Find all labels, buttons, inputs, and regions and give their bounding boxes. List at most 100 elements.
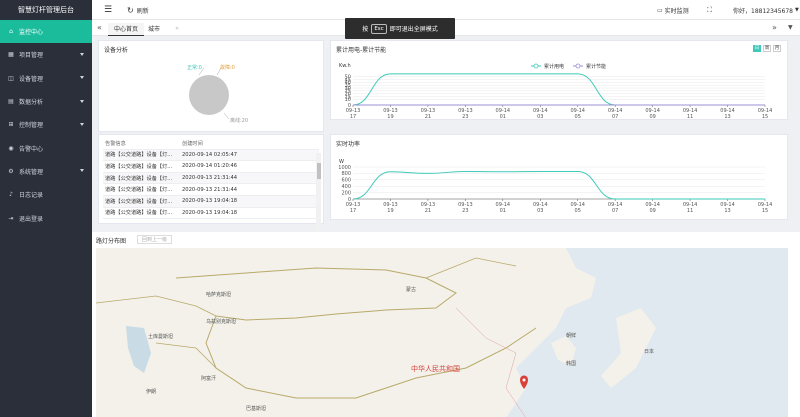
esc-key: Esc (371, 23, 387, 34)
x-tick-label-hour: 15 (762, 114, 768, 120)
refresh-button[interactable]: ↻ 刷新 (127, 0, 149, 20)
x-tick-label-hour: 03 (537, 114, 543, 120)
hint-suffix: 即可退出全屏模式 (389, 26, 438, 33)
sidebar-item-7[interactable]: ♪ 日志记录 (0, 183, 92, 206)
user-menu[interactable]: 你好，18812345678 ▼ (733, 0, 799, 20)
alarm-time-cell: 2020-09-14 02:05:47 (182, 151, 238, 158)
x-tick-label-hour: 19 (387, 208, 393, 214)
power-line-chart: W0200400600800100009-131709-131909-13210… (338, 159, 772, 214)
x-tick-label-hour: 23 (462, 114, 468, 120)
x-tick-label-hour: 23 (462, 208, 468, 214)
control-icon: ⊞ (8, 121, 14, 129)
sidebar-item-label: 数据分析 (19, 99, 44, 107)
chevron-down-icon: ▼ (795, 7, 799, 13)
top-bar: ☰ ↻ 刷新 ▭ 实时监测 ⛶ 你好，18812345678 ▼ (92, 0, 800, 20)
table-row[interactable]: 道路【公交道路】设备【灯... 2020-09-13 21:31:44 (103, 172, 319, 185)
x-tick-label-hour: 05 (575, 114, 581, 120)
sidebar-item-2[interactable]: ◫ 设备管理 (0, 67, 92, 90)
alarm-scrollbar[interactable] (316, 153, 321, 233)
table-row[interactable]: 道路【公交道路】设备【灯... 2020-09-14 02:05:47 (103, 149, 319, 162)
sidebar-item-6[interactable]: ⚙ 系统管理 (0, 160, 92, 183)
alarm-info-cell: 道路【公交道路】设备【灯... (105, 163, 173, 170)
menu-toggle-button[interactable]: ☰ (104, 0, 112, 20)
x-tick-label-hour: 21 (425, 114, 431, 120)
x-tick-label-hour: 07 (612, 208, 618, 214)
map-title: 路灯分布图 (96, 238, 127, 245)
map-label-japan: 日本 (644, 349, 655, 355)
sidebar-item-label: 监控中心 (19, 29, 44, 37)
legend-label: 累计用电 (544, 63, 564, 70)
y-tick-label: 50 (345, 74, 351, 80)
energy-line-chart: Kw.h010152025303540455009-131709-131909-… (339, 63, 772, 120)
x-tick-label-hour: 21 (425, 208, 431, 214)
x-tick-label-hour: 11 (687, 114, 693, 120)
alarm-time-cell: 2020-09-13 19:04:18 (182, 209, 238, 216)
fullscreen-button[interactable]: ⛶ (707, 0, 712, 20)
legend-label: 累计节能 (586, 63, 606, 70)
power-panel: 实时功率 W 0 200 400 600 800 1000 09-13 17 09-13 19 09-… (330, 134, 788, 220)
map-panel: 路灯分布图 回到上一级 蒙古 哈萨克斯坦 乌兹别克斯坦 土库曼斯坦 阿富汗 伊朗… (92, 232, 800, 417)
sidebar-item-5[interactable]: ◉ 告警中心 (0, 136, 92, 159)
monitor-icon: ▭ (657, 6, 663, 14)
user-label: 你好，18812345678 (733, 7, 793, 15)
x-tick-label-hour: 11 (687, 208, 693, 214)
x-tick-label-hour: 19 (387, 114, 393, 120)
alarm-time-cell: 2020-09-13 19:04:18 (182, 198, 238, 205)
alarm-time-cell: 2020-09-13 21:31:44 (182, 186, 238, 193)
map-label-turkmenistan: 土库曼斯坦 (148, 334, 174, 340)
chart-icon: ▤ (8, 98, 14, 106)
device-icon: ◫ (8, 74, 14, 82)
sidebar-item-label: 项目管理 (19, 52, 44, 60)
x-tick-label-hour: 09 (649, 114, 655, 120)
map-canvas[interactable]: 蒙古 哈萨克斯坦 乌兹别克斯坦 土库曼斯坦 阿富汗 伊朗 巴基斯坦 中华人民共和… (96, 248, 788, 417)
map-label-pakistan: 巴基斯坦 (246, 406, 267, 412)
legend-marker (575, 63, 581, 69)
sidebar-item-0[interactable]: ⌂ 监控中心 (0, 20, 92, 44)
table-row[interactable]: 道路【公交道路】设备【灯... 2020-09-13 19:04:18 (103, 208, 319, 220)
monitor-button[interactable]: ▭ 实时监测 (657, 0, 689, 20)
table-row[interactable]: 道路【公交道路】设备【灯... 2020-09-13 21:31:44 (103, 184, 319, 196)
series-line-0 (352, 73, 765, 106)
monitor-label: 实时监测 (664, 7, 689, 15)
tab-city[interactable]: 城市 (142, 23, 166, 36)
alarm-info-cell: 道路【公交道路】设备【灯... (105, 175, 173, 182)
tab-options-icon[interactable]: ▼ (788, 20, 793, 36)
x-tick-label-hour: 07 (612, 114, 618, 120)
device-analysis-panel: 设备分析 正常:0 故障:0 离线:20 (98, 40, 324, 132)
grid-icon: ▦ (8, 51, 14, 59)
table-row[interactable]: 道路【公交道路】设备【灯... 2020-09-14 01:20:46 (103, 161, 319, 173)
sidebar-item-8[interactable]: ⇥ 退出登录 (0, 206, 92, 229)
alarm-info-cell: 道路【公交道路】设备【灯... (105, 187, 173, 194)
back-button[interactable]: 回到上一级 (137, 235, 173, 244)
alarm-table-header: 告警信息 创建时间 (103, 138, 319, 150)
sidebar-item-1[interactable]: ▦ 项目管理 (0, 43, 92, 66)
map-svg (96, 248, 788, 417)
sidebar-item-3[interactable]: ▤ 数据分析 (0, 90, 92, 113)
legend-normal: 正常:0 (187, 64, 202, 71)
sidebar-item-label: 退出登录 (19, 215, 44, 223)
tab-home[interactable]: 中心首页 (108, 23, 145, 36)
tab-close-icon[interactable]: ✕ (175, 23, 179, 36)
y-tick-label: 600 (341, 178, 351, 184)
alarm-panel: 告警信息 创建时间 道路【公交道路】设备【灯... 2020-09-14 02:0… (98, 134, 324, 233)
x-tick-label-hour: 15 (762, 208, 768, 214)
chevron-down-icon (80, 99, 84, 103)
y-tick-label: 1000 (338, 165, 351, 171)
device-pie-chart: 正常:0 故障:0 离线:20 (187, 64, 248, 124)
sidebar-item-label: 设备管理 (19, 75, 44, 83)
table-row[interactable]: 道路【公交道路】设备【灯... 2020-09-13 19:04:18 (103, 195, 319, 208)
alarm-info-cell: 道路【公交道路】设备【灯... (105, 198, 173, 205)
series-line-0 (352, 170, 765, 200)
energy-panel: 累计用电-累计节能 日 周 月 Kw.h 0 10 15 20 25 30 35 40 45 50 0… (330, 40, 788, 120)
x-tick-label-hour: 01 (500, 114, 506, 120)
alarm-info-cell: 道路【公交道路】设备【灯... (105, 210, 173, 217)
hamburger-icon: ☰ (104, 5, 113, 15)
sidebar-item-label: 告警中心 (19, 145, 44, 153)
sidebar-item-4[interactable]: ⊞ 控制管理 (0, 113, 92, 136)
tab-scroll-right-icon[interactable]: » (772, 20, 777, 36)
legend-marker (533, 63, 539, 69)
tab-scroll-left-icon[interactable]: « (97, 20, 102, 36)
logout-icon: ⇥ (8, 214, 14, 222)
map-label-uzbekistan: 乌兹别克斯坦 (206, 319, 237, 325)
fullscreen-icon: ⛶ (707, 5, 712, 14)
